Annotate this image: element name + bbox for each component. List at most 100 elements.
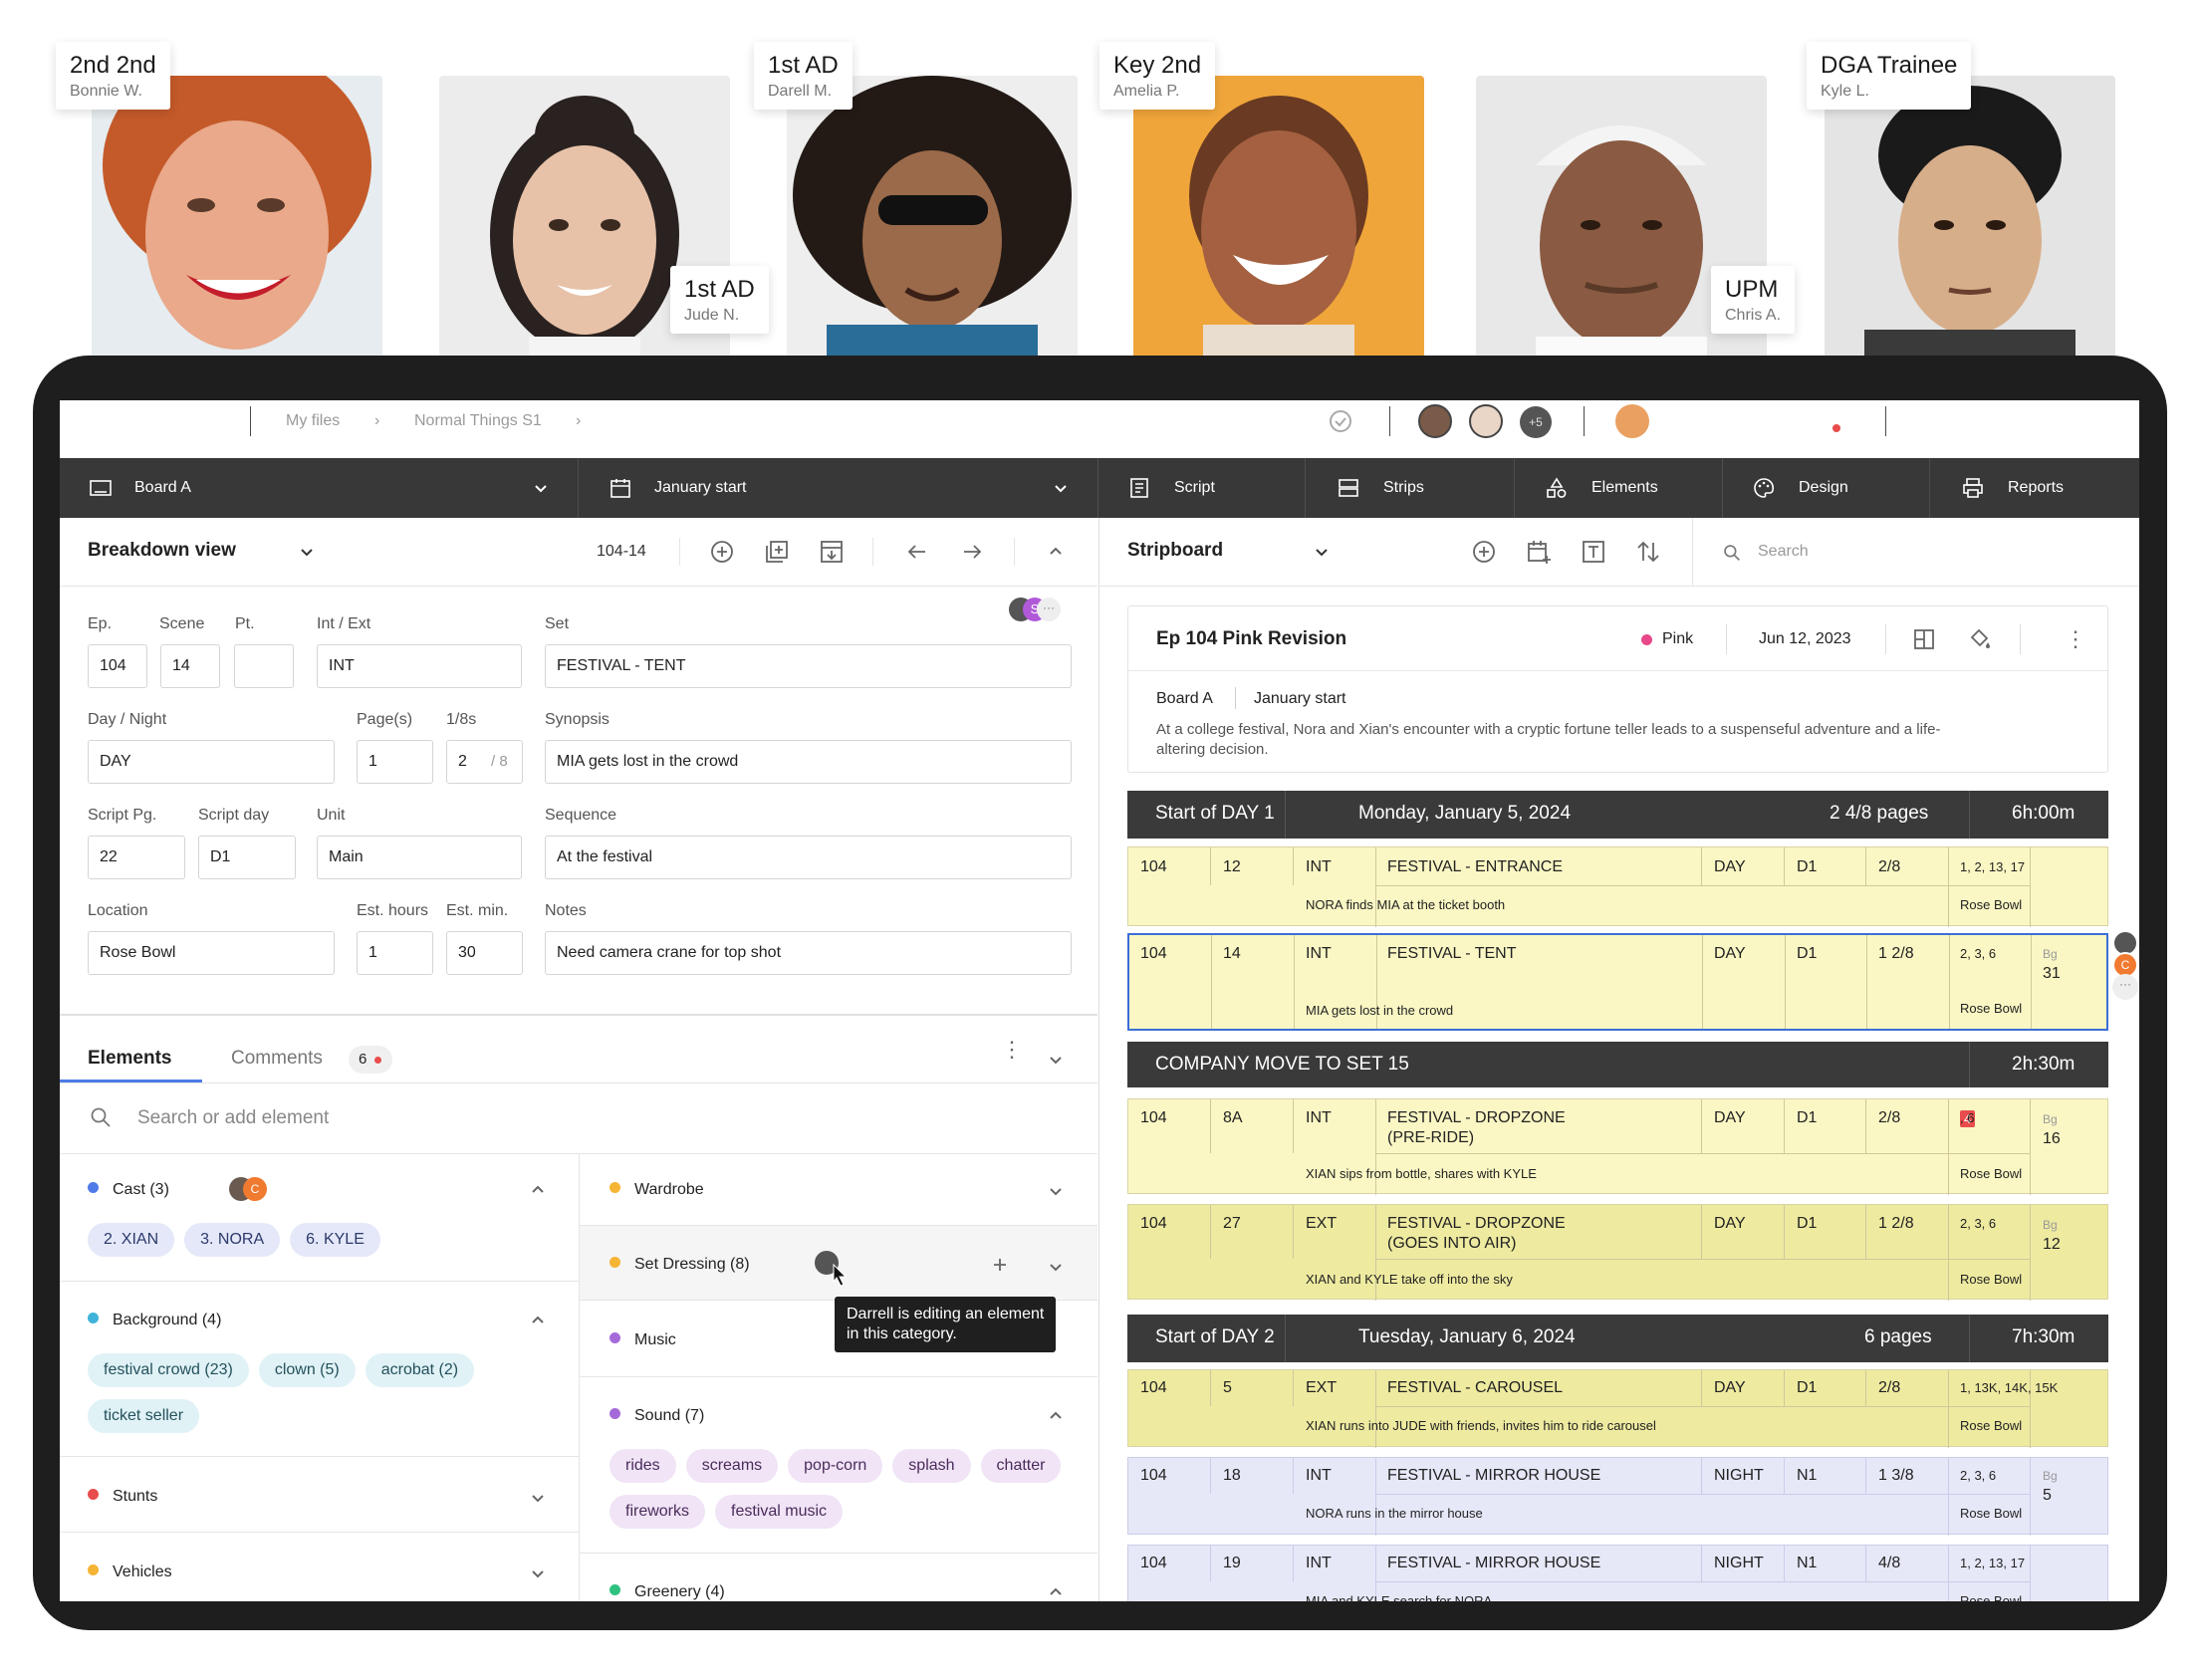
chevron-up-icon[interactable] — [1048, 544, 1064, 560]
collaborator-avatar[interactable] — [1418, 404, 1452, 438]
notes-field[interactable]: Need camera crane for top shot — [545, 931, 1072, 975]
add-icon[interactable] — [992, 1257, 1008, 1273]
category-set-dressing[interactable]: Set Dressing (8) — [610, 1256, 750, 1274]
eighths-field[interactable]: 2 / 8 — [446, 740, 523, 784]
category-background[interactable]: Background (4) — [88, 1312, 221, 1329]
add-circle-icon[interactable] — [709, 539, 735, 565]
shuffle-icon[interactable] — [2081, 409, 2105, 433]
pages-field[interactable]: 1 — [357, 740, 433, 784]
intext-field[interactable]: INT — [317, 644, 522, 688]
more-options-icon[interactable]: ⋮ — [2065, 626, 2086, 652]
location-field[interactable]: Rose Bowl — [88, 931, 335, 975]
scene-strip[interactable]: 104 8A INT FESTIVAL - DROPZONE (PRE-RIDE… — [1127, 1098, 2108, 1195]
element-pill[interactable]: 2. XIAN — [88, 1223, 175, 1257]
element-pill[interactable]: 6. KYLE — [290, 1223, 380, 1257]
chevron-down-icon[interactable] — [1048, 1052, 1064, 1068]
chevron-down-icon[interactable] — [299, 544, 315, 560]
element-pill[interactable]: festival crowd (23) — [88, 1353, 249, 1387]
scriptpg-field[interactable]: 22 — [88, 836, 185, 879]
tab-elements[interactable]: Elements — [1546, 458, 1725, 518]
chevron-up-icon[interactable] — [530, 1182, 546, 1198]
category-vehicles[interactable]: Vehicles — [88, 1563, 172, 1581]
chevron-down-icon[interactable] — [785, 416, 801, 432]
set-field[interactable]: FESTIVAL - TENT — [545, 644, 1072, 688]
arrow-right-icon[interactable] — [959, 539, 985, 565]
tab-script[interactable]: Script — [1128, 458, 1308, 518]
arrow-left-icon[interactable] — [904, 539, 930, 565]
scene-field[interactable]: 14 — [160, 644, 220, 688]
tab-design[interactable]: Design — [1753, 458, 1932, 518]
unit-field[interactable]: Main — [317, 836, 522, 879]
board-selector[interactable]: Board A — [90, 458, 548, 518]
add-circle-icon[interactable] — [1471, 539, 1497, 565]
element-search-input[interactable]: Search or add element — [137, 1107, 329, 1129]
chevron-up-icon[interactable] — [1048, 1584, 1064, 1600]
chevron-down-icon[interactable] — [530, 1490, 546, 1506]
synopsis-field[interactable]: MIA gets lost in the crowd — [545, 740, 1072, 784]
category-sound[interactable]: Sound (7) — [610, 1407, 704, 1425]
scriptday-field[interactable]: D1 — [198, 836, 296, 879]
layout-icon[interactable] — [1913, 628, 1935, 650]
category-stunts[interactable]: Stunts — [88, 1488, 157, 1506]
chevron-down-icon[interactable] — [1048, 1183, 1064, 1199]
esthours-field[interactable]: 1 — [357, 931, 433, 975]
category-cast[interactable]: Cast (3) — [88, 1181, 169, 1199]
element-pill[interactable]: festival music — [715, 1495, 844, 1529]
paint-bucket-icon[interactable] — [1968, 628, 1992, 650]
breadcrumb-project[interactable]: Normal Things S1 — [414, 412, 542, 430]
scene-strip[interactable]: 104 18 INT FESTIVAL - MIRROR HOUSE NIGHT… — [1127, 1457, 2108, 1536]
chevron-down-icon[interactable] — [530, 1565, 546, 1581]
user-avatar[interactable] — [1615, 404, 1649, 438]
more-collaborators-badge[interactable]: +5 — [1520, 406, 1552, 438]
tab-elements-panel[interactable]: Elements — [88, 1048, 171, 1070]
chevron-down-icon[interactable] — [1314, 544, 1330, 560]
element-pill[interactable]: chatter — [980, 1449, 1062, 1483]
breadcrumb-my-files[interactable]: My files — [286, 412, 340, 430]
tab-comments[interactable]: Comments — [231, 1048, 323, 1070]
element-pill[interactable]: screams — [685, 1449, 779, 1483]
element-pill[interactable]: ticket seller — [88, 1399, 200, 1433]
collaborator-avatar[interactable] — [1469, 404, 1503, 438]
scene-strip-selected[interactable]: 104 14 INT FESTIVAL - TENT DAY D1 1 2/8 … — [1127, 933, 2108, 1031]
element-pill[interactable]: fireworks — [610, 1495, 706, 1529]
sync-check-icon[interactable] — [1328, 408, 1353, 434]
chevron-down-icon[interactable] — [1048, 1259, 1064, 1275]
chevron-up-icon[interactable] — [530, 1313, 546, 1328]
breadcrumb-revision[interactable]: Ep 104 Pink Revision — [615, 412, 767, 430]
scene-strip[interactable]: 104 19 INT FESTIVAL - MIRROR HOUSE NIGHT… — [1127, 1545, 2108, 1601]
pt-field[interactable] — [234, 644, 294, 688]
tab-reports[interactable]: Reports — [1962, 458, 2131, 518]
category-greenery[interactable]: Greenery (4) — [610, 1583, 725, 1601]
add-copy-icon[interactable] — [764, 539, 790, 565]
daynight-field[interactable]: DAY — [88, 740, 335, 784]
element-pill[interactable]: acrobat (2) — [365, 1353, 475, 1387]
category-wardrobe[interactable]: Wardrobe — [610, 1181, 704, 1199]
chevron-up-icon[interactable] — [1048, 1408, 1064, 1424]
share-button[interactable]: Share — [1678, 400, 1774, 442]
strip-intext: INT — [1306, 1555, 1332, 1571]
stripboard-search-input[interactable]: Search — [1758, 543, 1809, 561]
schedule-selector[interactable]: January start — [610, 458, 1068, 518]
archive-icon[interactable] — [819, 539, 845, 565]
element-pill[interactable]: pop-corn — [788, 1449, 883, 1483]
sequence-field[interactable]: At the festival — [545, 836, 1072, 879]
notification-bell-icon[interactable] — [1815, 407, 1842, 435]
tab-strips[interactable]: Strips — [1338, 458, 1517, 518]
sort-icon[interactable] — [1635, 539, 1661, 565]
ep-field[interactable]: 104 — [88, 644, 147, 688]
stripboard-selector[interactable]: Stripboard — [1127, 540, 1223, 562]
scene-strip[interactable]: 104 5 EXT FESTIVAL - CAROUSEL DAY D1 2/8… — [1127, 1369, 2108, 1448]
estmin-field[interactable]: 30 — [446, 931, 523, 975]
add-day-icon[interactable] — [1526, 539, 1552, 565]
scene-strip[interactable]: 104 27 EXT FESTIVAL - DROPZONE (GOES INT… — [1127, 1204, 2108, 1301]
element-pill[interactable]: 3. NORA — [184, 1223, 281, 1257]
crossboard-mode-label[interactable]: Crossboard Mode — [1923, 412, 2050, 430]
more-options-icon[interactable]: ⋮ — [1001, 1039, 1023, 1070]
text-banner-icon[interactable] — [1581, 539, 1606, 565]
element-pill[interactable]: rides — [610, 1449, 676, 1483]
breakdown-view-selector[interactable]: Breakdown view — [88, 540, 236, 562]
scene-strip[interactable]: 104 12 INT FESTIVAL - ENTRANCE DAY D1 2/… — [1127, 846, 2108, 927]
category-music[interactable]: Music — [610, 1331, 676, 1349]
element-pill[interactable]: splash — [892, 1449, 971, 1483]
element-pill[interactable]: clown (5) — [258, 1353, 356, 1387]
